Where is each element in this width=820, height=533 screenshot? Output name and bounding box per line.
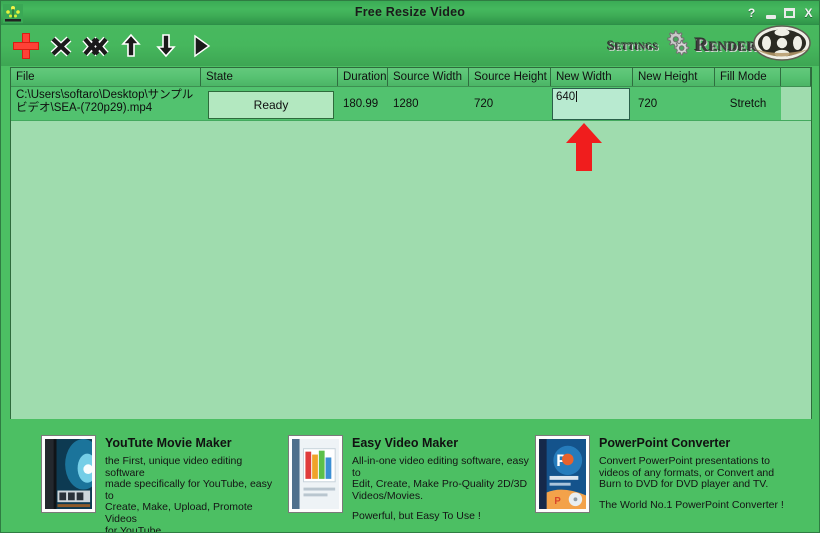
ad-description: the First, unique video editing software… — [105, 455, 273, 533]
maximize-icon[interactable] — [783, 6, 796, 20]
close-icon[interactable]: X — [802, 6, 815, 20]
plus-icon — [11, 31, 41, 61]
state-badge: Ready — [208, 90, 334, 119]
ad-title: YouTute Movie Maker — [105, 436, 232, 450]
youtute-box-thumbnail — [41, 435, 96, 513]
x-icon — [48, 33, 74, 59]
column-header-state[interactable]: State — [201, 68, 338, 86]
cell-spare — [781, 87, 811, 120]
ad-youtute-movie-maker[interactable]: YouTute Movie Maker the First, unique vi… — [1, 425, 281, 533]
column-header-new-width[interactable]: New Width — [551, 68, 633, 86]
arrow-down-icon — [155, 33, 177, 59]
gear-icon — [657, 28, 691, 63]
arrow-up-icon — [120, 33, 142, 59]
settings-label: Settings — [607, 37, 659, 53]
column-header-new-height[interactable]: New Height — [633, 68, 715, 86]
title-bar: Free Resize Video ? X — [1, 1, 819, 25]
column-header-file[interactable]: File — [11, 68, 201, 86]
play-icon — [190, 33, 212, 59]
help-button[interactable]: ? — [745, 6, 758, 20]
column-header-source-height[interactable]: Source Height — [469, 68, 551, 86]
toolbar: Settings Render — [1, 25, 819, 66]
toolbar-right-group: Settings Render — [608, 25, 813, 66]
cell-file-path: C:\Users\softaro\Desktop\サンプルビデオ\SEA-(72… — [16, 89, 194, 114]
new-width-value: 640 — [556, 91, 576, 103]
render-button[interactable]: Render — [695, 24, 813, 67]
remove-file-button[interactable] — [44, 29, 78, 63]
move-up-button[interactable] — [114, 29, 148, 63]
ad-easy-video-maker[interactable]: Easy Video Maker All-in-one video editin… — [281, 425, 529, 532]
remove-all-files-button[interactable] — [79, 29, 113, 63]
column-header-source-width[interactable]: Source Width — [388, 68, 469, 86]
ad-title: PowerPoint Converter — [599, 436, 731, 450]
ad-title: Easy Video Maker — [352, 436, 459, 450]
ad-text-block: PowerPoint Converter Convert PowerPoint … — [599, 435, 784, 532]
cell-state: Ready — [201, 87, 338, 120]
render-label: Render — [694, 34, 757, 56]
window-controls: ? X — [745, 1, 815, 24]
minimize-icon[interactable] — [764, 5, 777, 21]
text-caret — [576, 91, 578, 102]
table-row[interactable]: C:\Users\softaro\Desktop\サンプルビデオ\SEA-(72… — [11, 87, 811, 121]
cell-source-width: 1280 — [393, 97, 419, 110]
new-width-input[interactable]: 640 — [552, 88, 630, 120]
app-window: Free Resize Video ? X Settings Render Fi… — [0, 0, 820, 533]
ad-description: All-in-one video editing software, easy … — [352, 455, 529, 502]
cell-source-height: 720 — [474, 97, 494, 110]
cell-new-width: 640 — [551, 87, 633, 120]
ad-tagline: The World No.1 PowerPoint Converter ! — [599, 498, 784, 511]
add-file-button[interactable] — [9, 29, 43, 63]
column-header-duration[interactable]: Duration — [338, 68, 388, 86]
ad-text-block: Easy Video Maker All-in-one video editin… — [352, 435, 529, 532]
cell-duration: 180.99 — [343, 97, 379, 110]
film-reel-icon — [751, 24, 813, 67]
app-tree-icon — [3, 3, 23, 23]
powerpoint-converter-box-thumbnail: P P — [535, 435, 590, 513]
ad-powerpoint-converter[interactable]: P P PowerPoint Converter Convert PowerPo… — [529, 425, 819, 532]
promo-ads-strip: YouTute Movie Maker the First, unique vi… — [1, 425, 819, 533]
ad-description: Convert PowerPoint presentations to vide… — [599, 455, 775, 491]
settings-button[interactable]: Settings — [608, 28, 691, 63]
file-list-panel: File State Duration Source Width Source … — [10, 67, 812, 419]
file-list-empty-area[interactable] — [11, 121, 811, 419]
ad-text-block: YouTute Movie Maker the First, unique vi… — [105, 435, 281, 533]
toolbar-left-group — [1, 29, 218, 63]
ad-tagline: Powerful, but Easy To Use ! — [352, 510, 481, 523]
double-x-icon — [81, 33, 111, 59]
cell-fill-mode[interactable]: Stretch — [715, 87, 781, 120]
column-header-spare[interactable] — [781, 68, 811, 86]
svg-text:P: P — [554, 496, 561, 507]
preview-play-button[interactable] — [184, 29, 218, 63]
column-header-fill-mode[interactable]: Fill Mode — [715, 68, 781, 86]
move-down-button[interactable] — [149, 29, 183, 63]
cell-new-height[interactable]: 720 — [633, 87, 715, 120]
table-header: File State Duration Source Width Source … — [11, 68, 811, 87]
easy-video-maker-box-thumbnail — [288, 435, 343, 513]
page-title: Free Resize Video — [354, 5, 466, 19]
